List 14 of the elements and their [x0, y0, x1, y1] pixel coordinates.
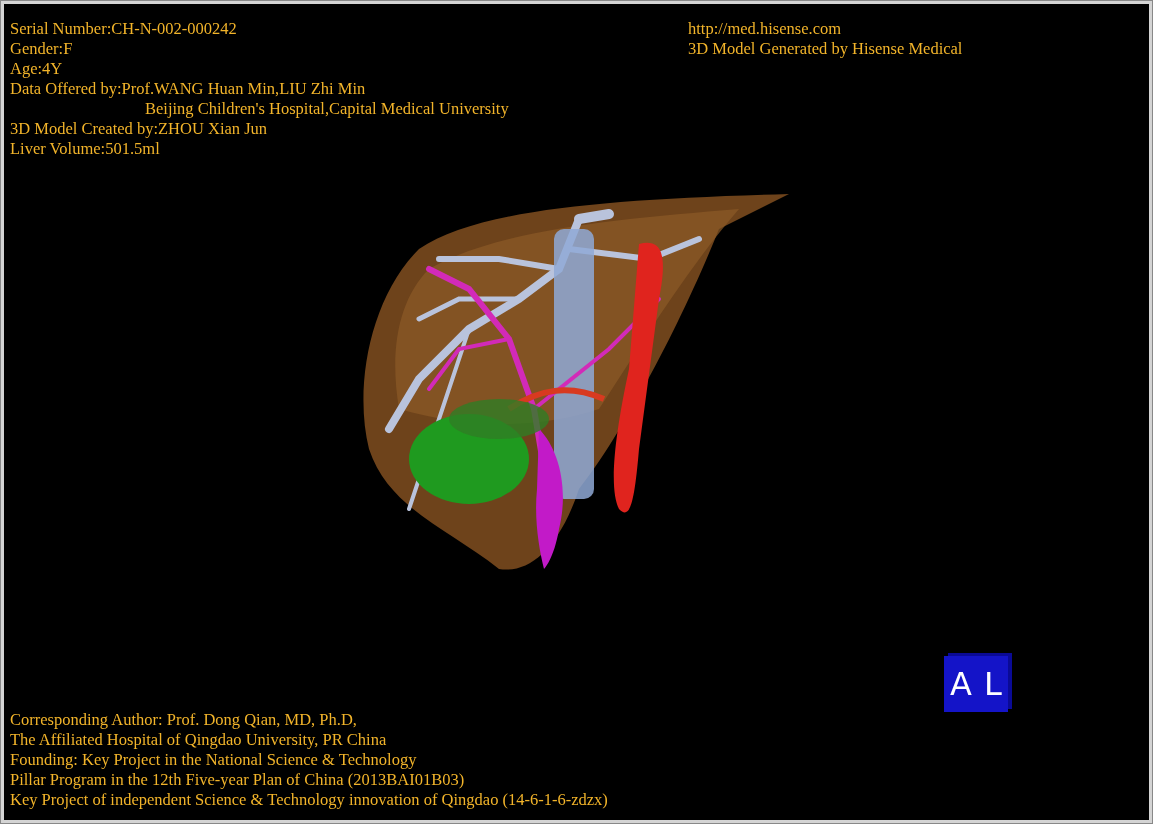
credit-text: Founding: Key Project in the National Science & Technology [10, 750, 417, 770]
credit-text: Key Project of independent Science & Technology innovation of Qingdao (14-6-1-6-zdzx) [10, 790, 608, 810]
credit-text: Corresponding Author: Prof. Dong Qian, MD, Ph.D, [10, 710, 357, 730]
info-text: Gender:F [10, 39, 73, 59]
info-text: 3D Model Generated by Hisense Medical [688, 39, 963, 59]
info-text: Data Offered by:Prof.WANG Huan Min,LIU Zhi Min [10, 79, 366, 99]
credit-text: Pillar Program in the 12th Five-year Plan of China (2013BAI01B03) [10, 770, 465, 790]
info-text: 3D Model Created by:ZHOU Xian Jun [10, 119, 268, 139]
info-text: Age:4Y [10, 59, 63, 79]
info-text: Serial Number:CH-N-002-000242 [10, 19, 237, 39]
credit-text: The Affiliated Hospital of Qingdao University, PR China [10, 730, 387, 750]
info-text: http://med.hisense.com [688, 19, 842, 39]
info-text: Liver Volume:501.5ml [10, 139, 160, 159]
info-text: Beijing Children's Hospital,Capital Medical University [145, 99, 509, 119]
